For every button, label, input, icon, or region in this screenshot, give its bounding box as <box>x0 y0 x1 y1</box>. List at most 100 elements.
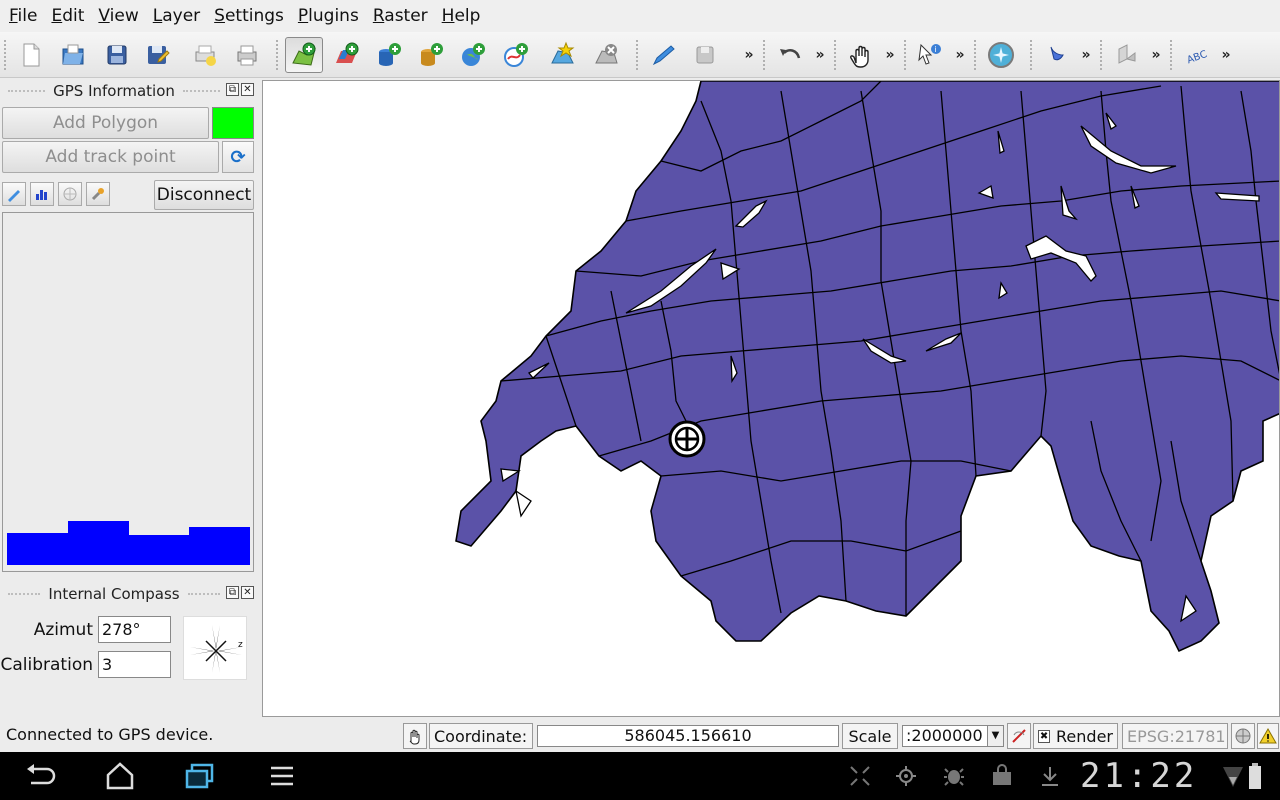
digitize-icon[interactable] <box>1108 37 1146 73</box>
toolbar-grip[interactable] <box>763 40 767 70</box>
undo-icon[interactable] <box>771 37 809 73</box>
signal-bar <box>7 532 68 565</box>
toolbar-overflow-button[interactable]: » <box>882 37 898 73</box>
download-icon <box>1030 760 1070 792</box>
toolbar-grip[interactable] <box>4 40 8 70</box>
save-edits-icon[interactable] <box>686 37 724 73</box>
compass-icon[interactable] <box>982 37 1020 73</box>
toolbar-overflow-button[interactable]: » <box>1148 37 1164 73</box>
add-raster-layer-icon[interactable] <box>328 37 366 73</box>
float-dock-icon[interactable]: ⧉ <box>226 586 239 599</box>
identify-icon[interactable]: i <box>910 37 948 73</box>
add-polygon-button[interactable]: Add Polygon <box>2 107 209 139</box>
azimut-field[interactable]: 278° <box>98 616 171 643</box>
menu-view[interactable]: View <box>91 0 145 32</box>
gps-position-tab-icon[interactable] <box>2 182 26 206</box>
menu-icon[interactable] <box>262 760 302 792</box>
toolbar-grip[interactable] <box>834 40 838 70</box>
signal-bar <box>128 535 189 565</box>
battery-icon <box>1240 760 1270 792</box>
label-icon[interactable]: ABC <box>1178 37 1216 73</box>
toolbar-overflow-button[interactable]: » <box>741 37 757 73</box>
menu-settings[interactable]: Settings <box>207 0 291 32</box>
toolbar-overflow-button[interactable]: » <box>812 37 828 73</box>
add-postgis-layer-icon[interactable] <box>370 37 408 73</box>
scale-value: :2000000 <box>906 726 983 745</box>
usb-debug-icon <box>934 760 974 792</box>
save-as-icon[interactable] <box>138 37 176 73</box>
main-toolbar: » » » i » » » ABC » <box>0 32 1280 78</box>
signal-bar <box>188 527 250 565</box>
gps-signal-panel <box>2 212 254 572</box>
chevron-down-icon[interactable]: ▼ <box>987 726 1003 746</box>
render-checkbox[interactable]: ✖ Render <box>1033 723 1118 749</box>
toolbar-grip[interactable] <box>904 40 908 70</box>
menu-raster[interactable]: Raster <box>366 0 435 32</box>
gps-status-icon <box>886 760 926 792</box>
calibration-row: Calibration 3 <box>0 651 171 678</box>
render-check-icon[interactable]: ✖ <box>1038 729 1051 743</box>
map-canvas[interactable] <box>262 80 1280 717</box>
pan-icon[interactable] <box>842 37 880 73</box>
print-composer-icon[interactable] <box>186 37 224 73</box>
polygon-color-swatch[interactable] <box>212 107 254 139</box>
back-icon[interactable] <box>20 760 60 792</box>
menu-help[interactable]: Help <box>435 0 488 32</box>
gps-options-tab-icon[interactable] <box>86 182 110 206</box>
menu-file[interactable]: File <box>2 0 44 32</box>
svg-text:ABC: ABC <box>1186 49 1209 66</box>
refresh-icon[interactable]: ⟳ <box>222 141 254 173</box>
status-bar: Connected to GPS device. Coordinate: 586… <box>0 720 1280 752</box>
disconnect-button[interactable]: Disconnect <box>154 180 254 210</box>
switzerland-districts-layer <box>455 81 1279 653</box>
toolbar-grip[interactable] <box>1100 40 1104 70</box>
gps-satellites-tab-icon[interactable] <box>58 182 82 206</box>
gps-dock-titlebar[interactable]: GPS Information ⧉ ✕ <box>0 80 260 102</box>
warning-icon[interactable] <box>1257 723 1279 749</box>
gps-signal-tab-icon[interactable] <box>30 182 54 206</box>
crs-globe-icon[interactable] <box>1231 723 1255 749</box>
toolbar-grip[interactable] <box>974 40 978 70</box>
toolbar-grip[interactable] <box>636 40 640 70</box>
gps-dock-title: GPS Information <box>53 82 175 100</box>
menu-layer[interactable]: Layer <box>146 0 207 32</box>
toolbar-overflow-button[interactable]: » <box>1078 37 1094 73</box>
open-project-icon[interactable] <box>54 37 92 73</box>
recent-apps-icon[interactable] <box>180 760 220 792</box>
add-wfs-layer-icon[interactable] <box>497 37 535 73</box>
add-track-point-button[interactable]: Add track point <box>2 141 219 173</box>
float-dock-icon[interactable]: ⧉ <box>226 83 239 96</box>
azimut-label: Azimut <box>33 619 93 640</box>
menu-edit[interactable]: Edit <box>44 0 91 32</box>
select-icon[interactable] <box>1038 37 1076 73</box>
coordinate-label: Coordinate: <box>429 723 533 749</box>
home-icon[interactable] <box>100 760 140 792</box>
add-wms-layer-icon[interactable] <box>454 37 492 73</box>
screen-compat-icon[interactable] <box>840 760 880 792</box>
close-dock-icon[interactable]: ✕ <box>241 83 254 96</box>
scale-combobox[interactable]: :2000000 ▼ <box>902 725 1004 747</box>
new-project-icon[interactable] <box>12 37 50 73</box>
toolbar-overflow-button[interactable]: » <box>952 37 968 73</box>
menu-bar: File Edit View Layer Settings Plugins Ra… <box>0 0 1280 32</box>
toolbar-grip[interactable] <box>1170 40 1174 70</box>
save-project-icon[interactable] <box>98 37 136 73</box>
toggle-editing-icon[interactable] <box>644 37 682 73</box>
print-icon[interactable] <box>228 37 266 73</box>
close-dock-icon[interactable]: ✕ <box>241 586 254 599</box>
menu-plugins[interactable]: Plugins <box>291 0 366 32</box>
add-vector-layer-icon[interactable] <box>285 37 323 73</box>
remove-layer-icon[interactable] <box>587 37 625 73</box>
toolbar-grip[interactable] <box>1030 40 1034 70</box>
coordinate-field[interactable]: 586045.156610 <box>537 725 839 747</box>
signal-strength-bars <box>7 519 250 565</box>
new-shapefile-icon[interactable] <box>543 37 581 73</box>
coordinate-toggle-icon[interactable] <box>403 723 427 749</box>
add-spatialite-layer-icon[interactable] <box>412 37 450 73</box>
crs-status-button[interactable]: EPSG:21781 <box>1122 723 1228 749</box>
toolbar-grip[interactable] <box>276 40 280 70</box>
toolbar-overflow-button[interactable]: » <box>1218 37 1234 73</box>
calibration-field[interactable]: 3 <box>98 651 171 678</box>
compass-dock-titlebar[interactable]: Internal Compass ⧉ ✕ <box>0 583 260 605</box>
stop-render-icon[interactable] <box>1007 723 1031 749</box>
